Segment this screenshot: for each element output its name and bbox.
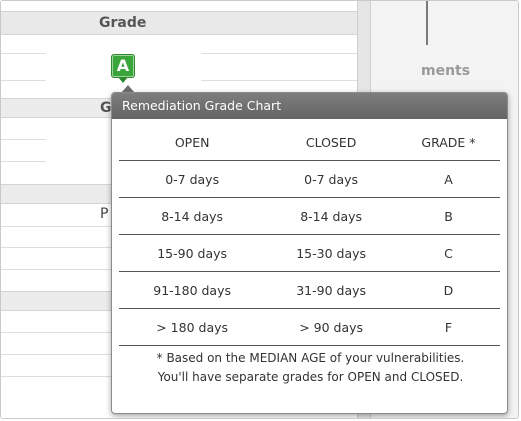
table-header-row: OPEN CLOSED GRADE * xyxy=(119,125,500,161)
grade-badge-pointer-icon xyxy=(118,77,128,83)
table-row: 91-180 days 31-90 days D xyxy=(119,271,500,309)
row-divider xyxy=(1,161,46,162)
row-divider xyxy=(1,226,111,227)
row-divider xyxy=(1,354,111,355)
footnote-line: * Based on the MEDIAN AGE of your vulner… xyxy=(156,351,465,365)
grade-cell: D xyxy=(396,271,500,309)
row-divider xyxy=(1,332,111,333)
footnote-line: You'll have separate grades for OPEN and… xyxy=(157,370,464,384)
table-cell-partial: P xyxy=(100,206,109,222)
window-frame: Grade A G P ments Remediation Grade Char… xyxy=(0,0,519,419)
open-range-cell: 91-180 days xyxy=(119,271,266,309)
grade-cell: A xyxy=(396,160,500,198)
row-divider xyxy=(1,80,46,81)
grade-cell: C xyxy=(396,234,500,272)
open-range-cell: > 180 days xyxy=(119,308,266,346)
table-row: 15-90 days 15-30 days C xyxy=(119,234,500,272)
grade-chart-table: OPEN CLOSED GRADE * 0-7 days 0-7 days A … xyxy=(119,125,500,346)
closed-range-cell: 0-7 days xyxy=(265,160,397,198)
column-header-closed: CLOSED xyxy=(265,125,397,161)
closed-range-cell: 8-14 days xyxy=(265,197,397,235)
remediation-grade-popup: Remediation Grade Chart OPEN CLOSED GRAD… xyxy=(111,92,508,414)
closed-range-cell: 31-90 days xyxy=(265,271,397,309)
open-range-cell: 8-14 days xyxy=(119,197,266,235)
popup-title: Remediation Grade Chart xyxy=(112,93,507,119)
row-divider xyxy=(1,53,46,54)
table-row: > 180 days > 90 days F xyxy=(119,308,500,346)
column-header-grade: GRADE * xyxy=(396,125,500,161)
closed-range-cell: 15-30 days xyxy=(265,234,397,272)
row-divider xyxy=(201,80,357,81)
open-range-cell: 15-90 days xyxy=(119,234,266,272)
grade-column-header: Grade xyxy=(1,11,357,35)
grade-a-badge[interactable]: A xyxy=(111,54,135,78)
grade-cell: B xyxy=(396,197,500,235)
row-divider xyxy=(1,247,111,248)
grade-footnote: * Based on the MEDIAN AGE of your vulner… xyxy=(112,349,507,387)
row-divider xyxy=(1,376,111,377)
right-panel-heading: ments xyxy=(421,63,471,79)
closed-range-cell: > 90 days xyxy=(265,308,397,346)
row-divider xyxy=(201,53,357,54)
table-row: 8-14 days 8-14 days B xyxy=(119,197,500,235)
table-row: 0-7 days 0-7 days A xyxy=(119,160,500,198)
grade-column-header-label: Grade xyxy=(99,15,147,31)
grade-cell: F xyxy=(396,308,500,346)
open-range-cell: 0-7 days xyxy=(119,160,266,198)
row-divider xyxy=(1,269,111,270)
right-panel-divider xyxy=(426,1,428,45)
section-band-label: G xyxy=(100,100,112,116)
column-header-open: OPEN xyxy=(119,125,266,161)
row-divider xyxy=(1,139,46,140)
